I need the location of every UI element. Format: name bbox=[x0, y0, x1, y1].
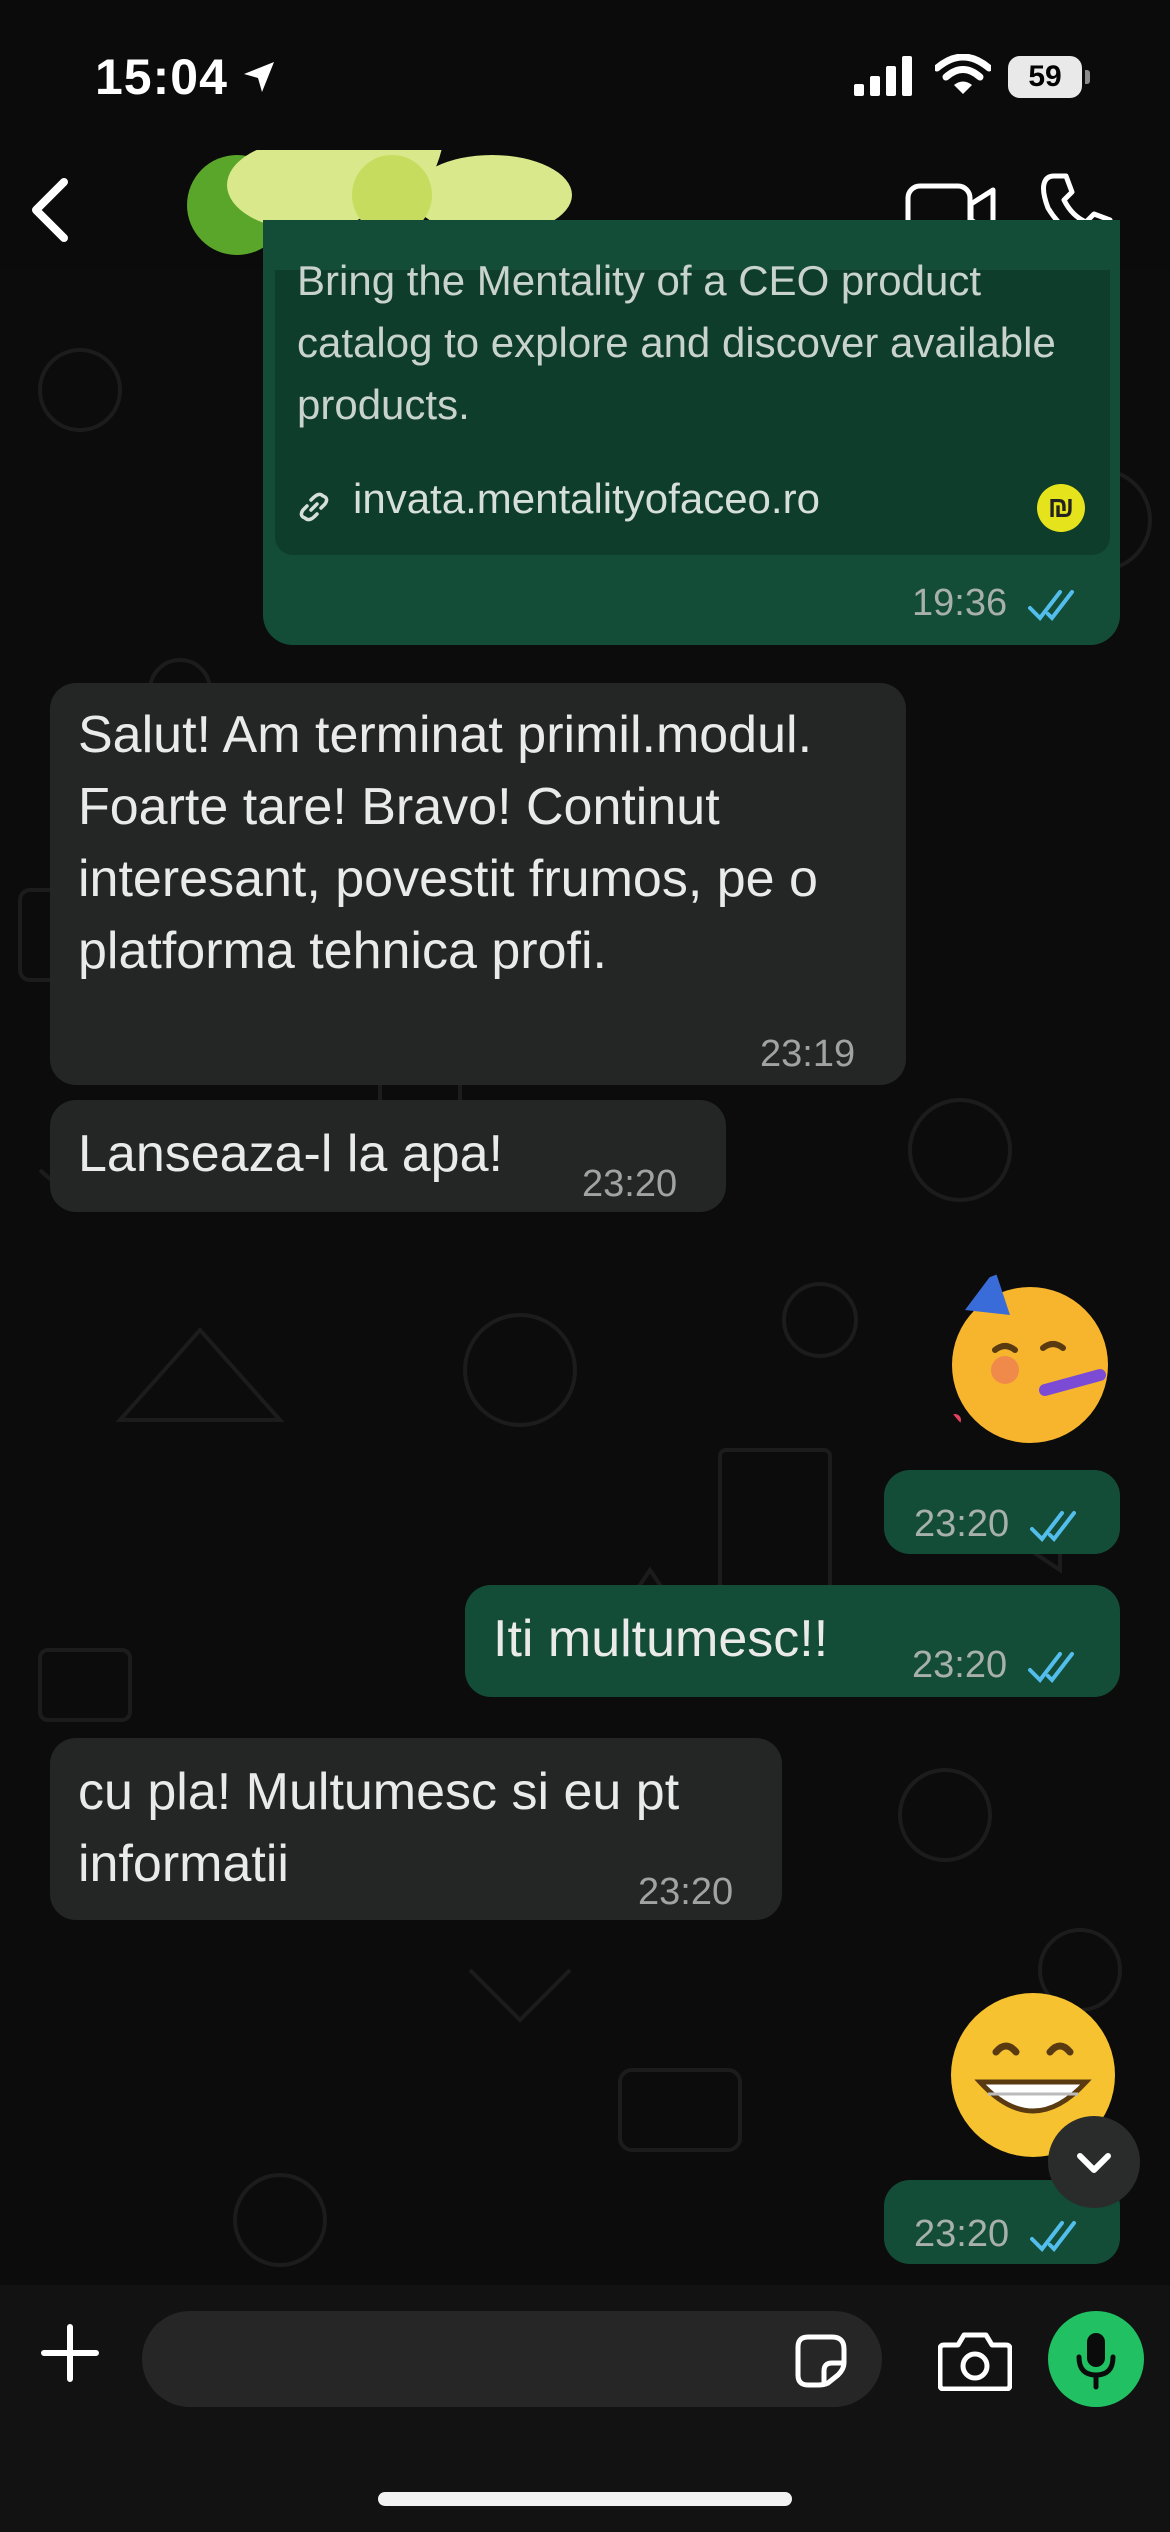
link-icon bbox=[299, 492, 329, 522]
message-time: 23:20 bbox=[914, 1488, 1086, 1560]
message-time: 23:19 bbox=[760, 1033, 856, 1075]
message-composer bbox=[0, 2285, 1170, 2532]
battery-nub bbox=[1085, 70, 1090, 84]
partying-face-emoji[interactable] bbox=[935, 1270, 1115, 1450]
battery-indicator: 59 bbox=[1008, 56, 1090, 98]
message-time-text: 19:36 bbox=[912, 582, 1008, 624]
site-favicon-icon: ₪ bbox=[1037, 484, 1085, 532]
wifi-icon bbox=[935, 54, 991, 94]
microphone-icon bbox=[1076, 2333, 1116, 2390]
message-time: 23:20 bbox=[912, 1629, 1084, 1701]
link-preview-url[interactable]: invata.mentalityofaceo.ro bbox=[353, 475, 820, 523]
plus-icon[interactable] bbox=[40, 2323, 100, 2383]
message-text: Salut! Am terminat primil.modul. Foarte … bbox=[78, 706, 818, 980]
battery-level: 59 bbox=[1028, 60, 1062, 93]
scroll-to-bottom-button[interactable] bbox=[1048, 2116, 1140, 2208]
sticker-icon[interactable] bbox=[792, 2333, 848, 2389]
message-bubble-incoming[interactable]: cu pla! Multumesc si eu pt informatii 23… bbox=[50, 1738, 782, 1920]
message-time: 23:20 bbox=[582, 1163, 678, 1205]
link-preview-card[interactable]: Bring the Mentality of a CEO product cat… bbox=[275, 257, 1110, 555]
message-time: 23:20 bbox=[914, 2198, 1086, 2270]
chevron-down-icon bbox=[1077, 2153, 1111, 2173]
message-time-text: 23:20 bbox=[914, 2213, 1010, 2255]
message-bubble-incoming[interactable]: Salut! Am terminat primil.modul. Foarte … bbox=[50, 683, 906, 1085]
message-time: 23:20 bbox=[638, 1871, 734, 1913]
home-indicator bbox=[378, 2492, 792, 2506]
camera-icon[interactable] bbox=[938, 2331, 1012, 2391]
message-input[interactable] bbox=[142, 2311, 882, 2407]
message-time-text: 23:20 bbox=[914, 1503, 1010, 1545]
status-bar: 15:04 59 bbox=[0, 0, 1170, 150]
read-ticks-icon bbox=[1027, 589, 1074, 621]
cellular-signal-icon bbox=[854, 56, 912, 96]
location-arrow-icon bbox=[244, 62, 274, 92]
back-chevron-icon[interactable] bbox=[22, 170, 82, 250]
message-bubble-outgoing[interactable]: Iti multumesc!! 23:20 bbox=[465, 1585, 1120, 1697]
message-time: 19:36 bbox=[912, 582, 1084, 625]
read-ticks-icon bbox=[1029, 1510, 1076, 1542]
message-bubble-outgoing-time[interactable]: 23:20 bbox=[884, 1470, 1120, 1554]
read-ticks-icon bbox=[1027, 1651, 1074, 1683]
message-text: Iti multumesc!! bbox=[493, 1610, 829, 1668]
message-time-text: 23:20 bbox=[912, 1644, 1008, 1686]
message-bubble-incoming[interactable]: Lanseaza-l la apa! 23:20 bbox=[50, 1100, 726, 1212]
voice-message-button[interactable] bbox=[1048, 2311, 1144, 2407]
link-preview-description: Bring the Mentality of a CEO product cat… bbox=[297, 257, 1056, 428]
read-ticks-icon bbox=[1029, 2220, 1076, 2252]
status-time: 15:04 bbox=[95, 49, 228, 105]
message-text: Lanseaza-l la apa! bbox=[78, 1125, 503, 1183]
